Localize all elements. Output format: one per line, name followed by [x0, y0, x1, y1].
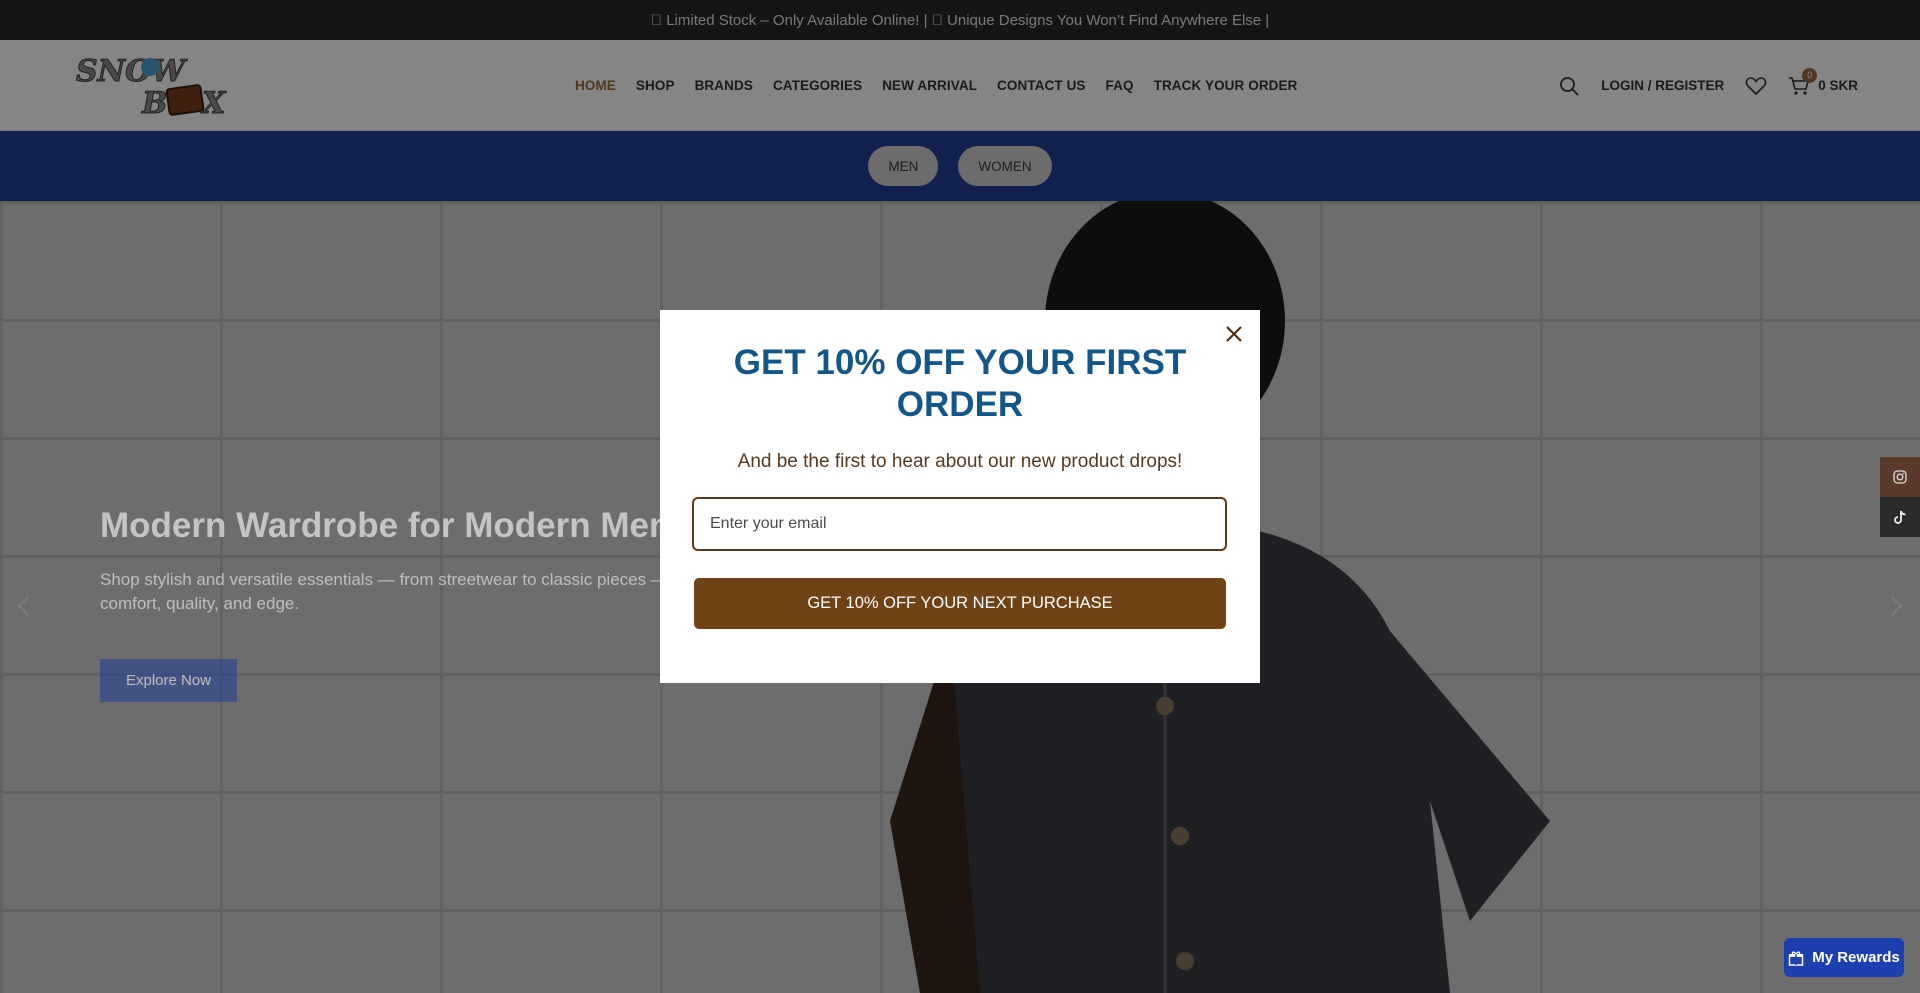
instagram-icon[interactable]	[1880, 457, 1920, 497]
gift-icon	[1788, 950, 1804, 966]
popup-title: GET 10% OFF YOUR FIRST ORDER	[733, 343, 1187, 424]
explore-now-button[interactable]: Explore Now	[100, 659, 237, 702]
my-rewards-label: My Rewards	[1812, 949, 1900, 966]
my-rewards-button[interactable]: My Rewards	[1784, 938, 1904, 977]
close-icon[interactable]	[1222, 322, 1246, 346]
email-field[interactable]	[692, 497, 1227, 551]
tiktok-icon[interactable]	[1880, 497, 1920, 537]
social-sidebar	[1880, 457, 1920, 537]
discount-popup: GET 10% OFF YOUR FIRST ORDER And be the …	[660, 310, 1260, 683]
claim-discount-button[interactable]: GET 10% OFF YOUR NEXT PURCHASE	[694, 578, 1226, 629]
popup-subtitle: And be the first to hear about our new p…	[737, 451, 1183, 472]
hero-subtitle: Shop stylish and versatile essentials — …	[100, 570, 692, 613]
